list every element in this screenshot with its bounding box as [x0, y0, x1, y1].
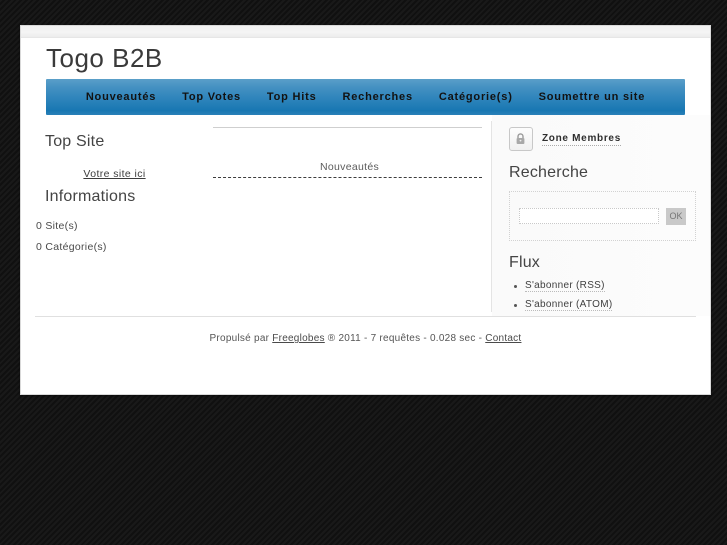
center-top-rule	[213, 127, 483, 128]
contact-link[interactable]: Contact	[485, 333, 521, 344]
nav-item-nouveautes[interactable]: Nouveautés	[73, 91, 169, 103]
atom-link[interactable]: S'abonner (ATOM)	[524, 299, 613, 311]
search-submit-button[interactable]: OK	[665, 207, 686, 225]
recherche-heading: Recherche	[508, 164, 589, 181]
nav-item-top-hits[interactable]: Top Hits	[254, 91, 330, 103]
left-column: Top Site Votre site ici Informations 0 S…	[21, 115, 208, 316]
content-area: Top Site Votre site ici Informations 0 S…	[21, 115, 710, 316]
footer-middle: ® 2011 - 7 requêtes - 0.028 sec -	[324, 333, 486, 344]
lock-icon[interactable]	[508, 127, 533, 151]
nav-item-top-votes[interactable]: Top Votes	[169, 91, 254, 103]
flux-heading: Flux	[508, 254, 541, 271]
main-navigation: Nouveautés Top Votes Top Hits Recherches…	[46, 79, 685, 115]
rss-link[interactable]: S'abonner (RSS)	[524, 280, 605, 292]
site-footer: Propulsé par Freeglobes ® 2011 - 7 requê…	[21, 317, 710, 344]
flux-list: S'abonner (RSS) S'abonner (ATOM)	[509, 280, 696, 311]
nav-item-categories[interactable]: Catégorie(s)	[426, 91, 526, 103]
list-item: S'abonner (RSS)	[513, 280, 696, 292]
zone-membres-link[interactable]: Zone Membres	[541, 133, 621, 146]
informations-list: 0 Site(s) 0 Catégorie(s)	[36, 220, 198, 253]
top-site-link-row: Votre site ici	[31, 164, 198, 182]
search-panel: OK	[508, 191, 696, 241]
search-input[interactable]	[518, 208, 659, 224]
nav-item-soumettre[interactable]: Soumettre un site	[526, 91, 659, 103]
list-item: S'abonner (ATOM)	[513, 299, 696, 311]
freeglobes-link[interactable]: Freeglobes	[272, 333, 325, 344]
informations-heading: Informations	[45, 188, 136, 205]
stat-categories: 0 Catégorie(s)	[36, 241, 107, 253]
news-heading: Nouveautés	[320, 161, 380, 173]
news-dashed-separator	[213, 177, 483, 178]
page-title: Togo B2B	[46, 43, 163, 73]
votre-site-ici-link[interactable]: Votre site ici	[83, 168, 145, 180]
stat-sites: 0 Site(s)	[36, 220, 78, 232]
page-container: Togo B2B Nouveautés Top Votes Top Hits R…	[20, 25, 711, 395]
top-site-heading: Top Site	[45, 133, 105, 150]
right-sidebar: Zone Membres Recherche OK Flux S'abonner…	[491, 115, 710, 316]
nav-item-recherches[interactable]: Recherches	[330, 91, 426, 103]
member-zone-row[interactable]: Zone Membres	[508, 127, 696, 151]
site-header: Togo B2B	[21, 38, 710, 79]
center-column: Nouveautés	[208, 115, 491, 316]
top-strip	[21, 26, 710, 38]
footer-prefix: Propulsé par	[209, 333, 273, 344]
